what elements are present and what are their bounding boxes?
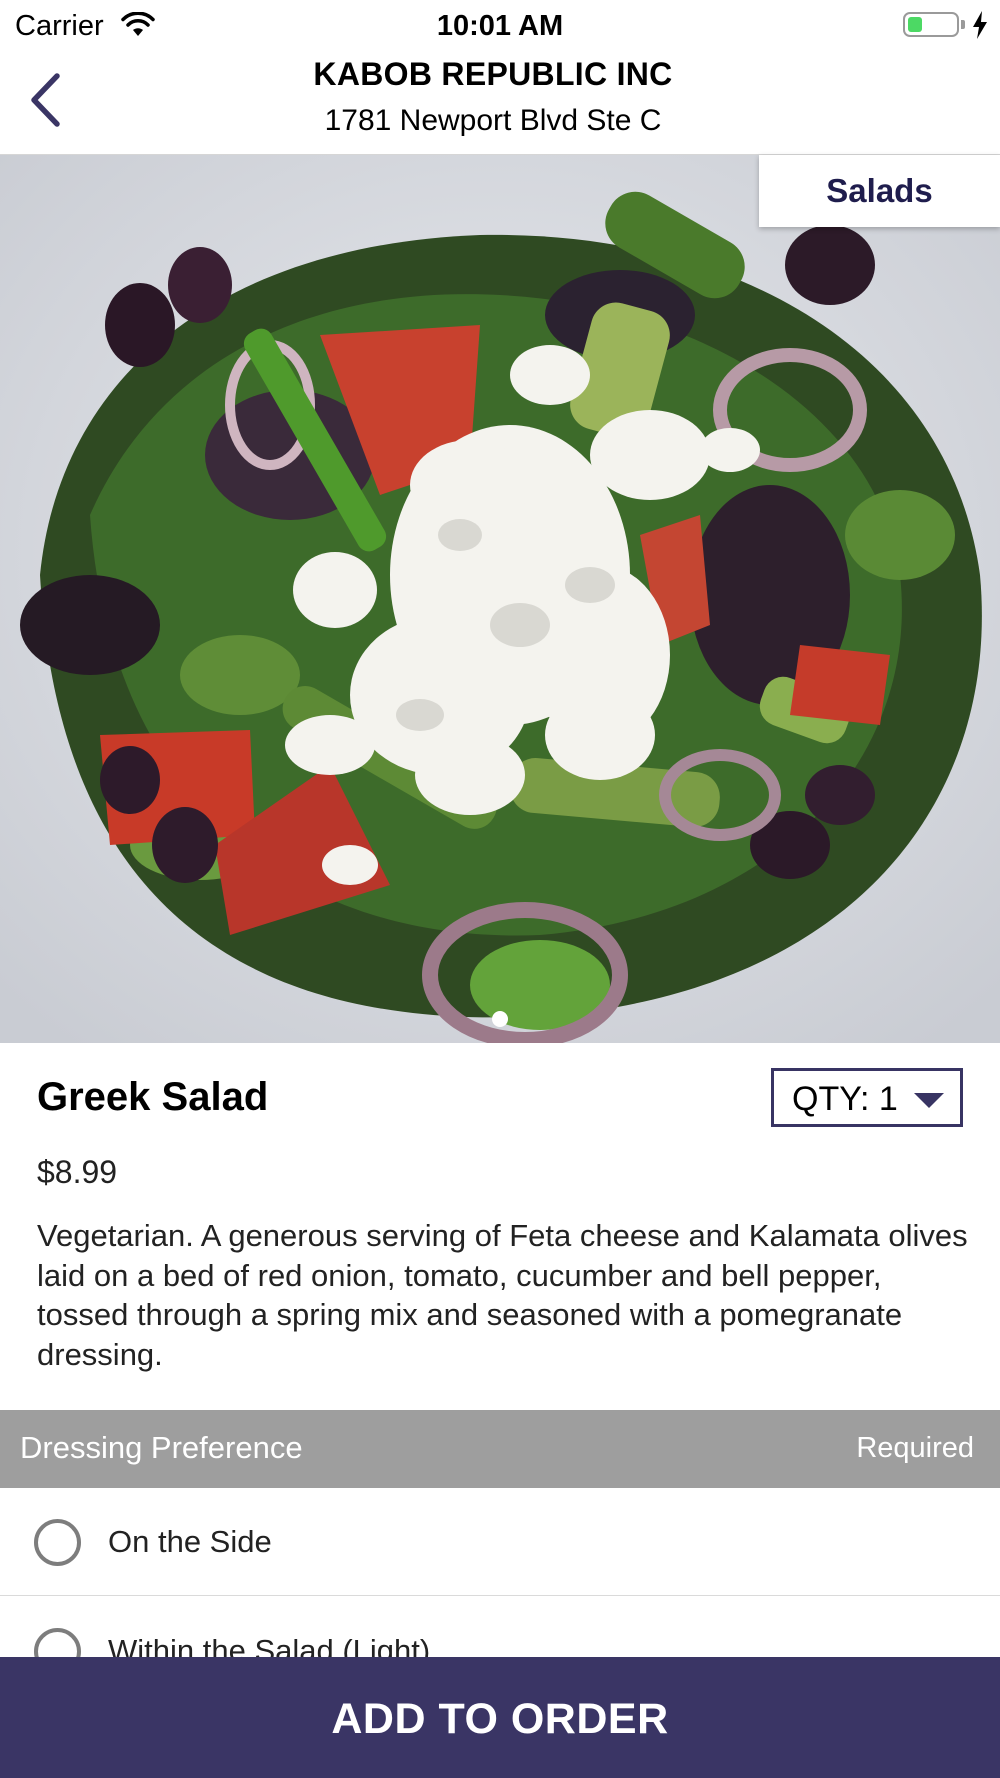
caret-down-icon: [914, 1093, 944, 1108]
restaurant-address: 1781 Newport Blvd Ste C: [324, 104, 662, 137]
battery-nub: [961, 20, 965, 29]
option-label: On the Side: [108, 1524, 272, 1559]
page-indicator-dot: [492, 1011, 508, 1027]
category-tag: Salads: [759, 155, 1000, 227]
restaurant-name: KABOB REPUBLIC INC: [313, 56, 673, 92]
radio-button[interactable]: [34, 1519, 81, 1566]
section-header: Dressing Preference Required: [0, 1410, 1000, 1488]
section-title: Dressing Preference: [20, 1430, 303, 1465]
quantity-selector[interactable]: QTY: 1: [771, 1068, 963, 1127]
item-description: Vegetarian. A generous serving of Feta c…: [37, 1218, 968, 1372]
item-photo[interactable]: [0, 155, 1000, 1043]
required-label: Required: [856, 1432, 974, 1464]
status-bar: Carrier 10:01 AM: [0, 0, 1000, 50]
option-on-the-side[interactable]: On the Side: [0, 1488, 1000, 1596]
item-price: $8.99: [37, 1154, 118, 1190]
battery-icon: [903, 12, 959, 37]
item-name: Greek Salad: [37, 1075, 269, 1119]
nav-header: KABOB REPUBLIC INC 1781 Newport Blvd Ste…: [0, 50, 1000, 155]
battery-level: [908, 17, 922, 32]
clock: 10:01 AM: [436, 10, 564, 42]
salad-illustration: [0, 155, 1000, 1043]
divider: [0, 1595, 1000, 1596]
quantity-label: QTY: 1: [792, 1080, 898, 1118]
add-to-order-button[interactable]: ADD TO ORDER: [0, 1657, 1000, 1778]
bolt-icon: [973, 11, 987, 39]
